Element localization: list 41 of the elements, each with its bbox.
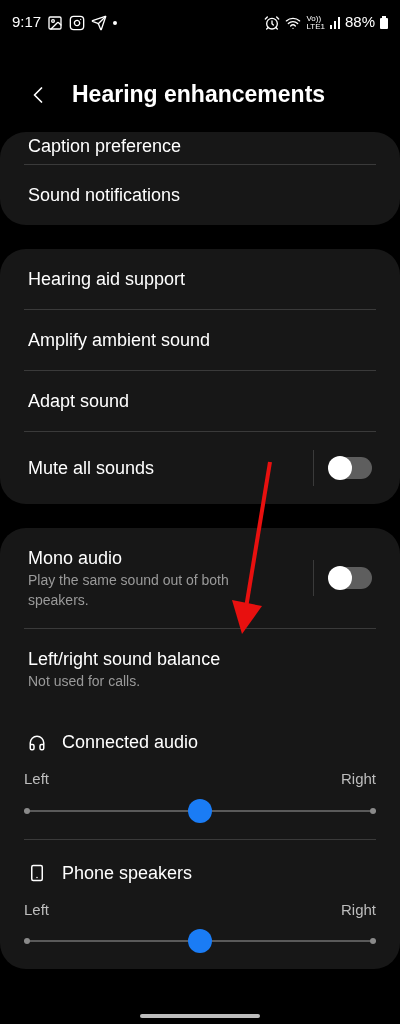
setting-title: Sound notifications [28,184,182,207]
signal-icon [329,16,340,29]
setting-title: Adapt sound [28,390,131,413]
setting-title: Phone speakers [62,861,193,885]
phone-icon [28,864,46,882]
toggle-switch[interactable] [330,457,372,479]
left-label: Left [24,899,50,920]
setting-title: Connected audio [62,731,199,754]
instagram-icon [69,14,86,31]
setting-row[interactable]: Left/right sound balance Not used for calls. [24,629,376,709]
setting-row[interactable]: Adapt sound [24,371,376,431]
setting-title: Left/right sound balance [28,648,222,671]
setting-title: Mute all sounds [28,457,156,480]
right-label: Right [340,769,376,789]
right-label: Right [340,899,376,920]
telegram-icon [91,14,108,31]
battery-percent: 88% [344,12,375,33]
lte-label: LTE1 [306,22,325,31]
setting-title: Mono audio [28,547,124,570]
battery-icon [380,16,388,29]
setting-row[interactable]: Mute all sounds [24,432,376,504]
setting-title: Amplify ambient sound [28,329,212,352]
balance-slider[interactable] [24,798,376,823]
toggle-switch[interactable] [330,567,372,589]
setting-description: Play the same sound out of both speakers. [28,571,230,610]
alarm-icon [264,14,281,31]
page-title: Hearing enhancements [72,80,326,110]
setting-title: Hearing aid support [28,268,187,291]
setting-row[interactable]: Caption preference [24,132,376,164]
gallery-icon [47,14,64,31]
setting-row[interactable]: Amplify ambient sound [24,310,376,370]
volte-label: Vo)) [306,14,322,23]
headphones-icon [28,733,46,752]
left-label: Left [24,769,50,789]
setting-description: Not used for calls. [28,672,142,691]
setting-row[interactable]: Mono audio Play the same sound out of both speakers. [24,528,376,628]
setting-row[interactable]: Sound notifications [24,165,376,225]
setting-row[interactable]: Hearing aid support [24,249,376,309]
setting-title: Caption preference [28,135,183,158]
clock-time: 9:17 [12,12,42,33]
balance-slider[interactable] [24,929,376,953]
